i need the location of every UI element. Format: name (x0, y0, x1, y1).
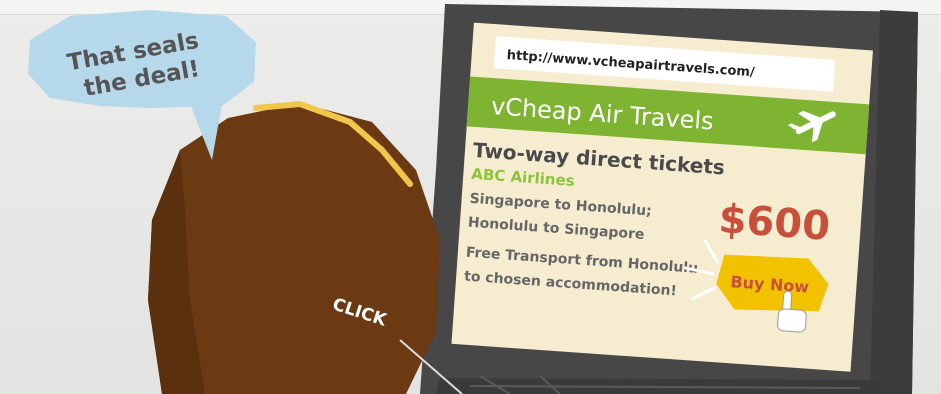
comic-illustration: http://www.vcheapairtravels.com/ vCheap … (28, 4, 918, 394)
price-tag: $600 (717, 196, 831, 250)
laptop: http://www.vcheapairtravels.com/ vCheap … (420, 4, 918, 394)
comic-panel: http://www.vcheapairtravels.com/ vCheap … (0, 0, 941, 394)
character-head (148, 100, 440, 394)
